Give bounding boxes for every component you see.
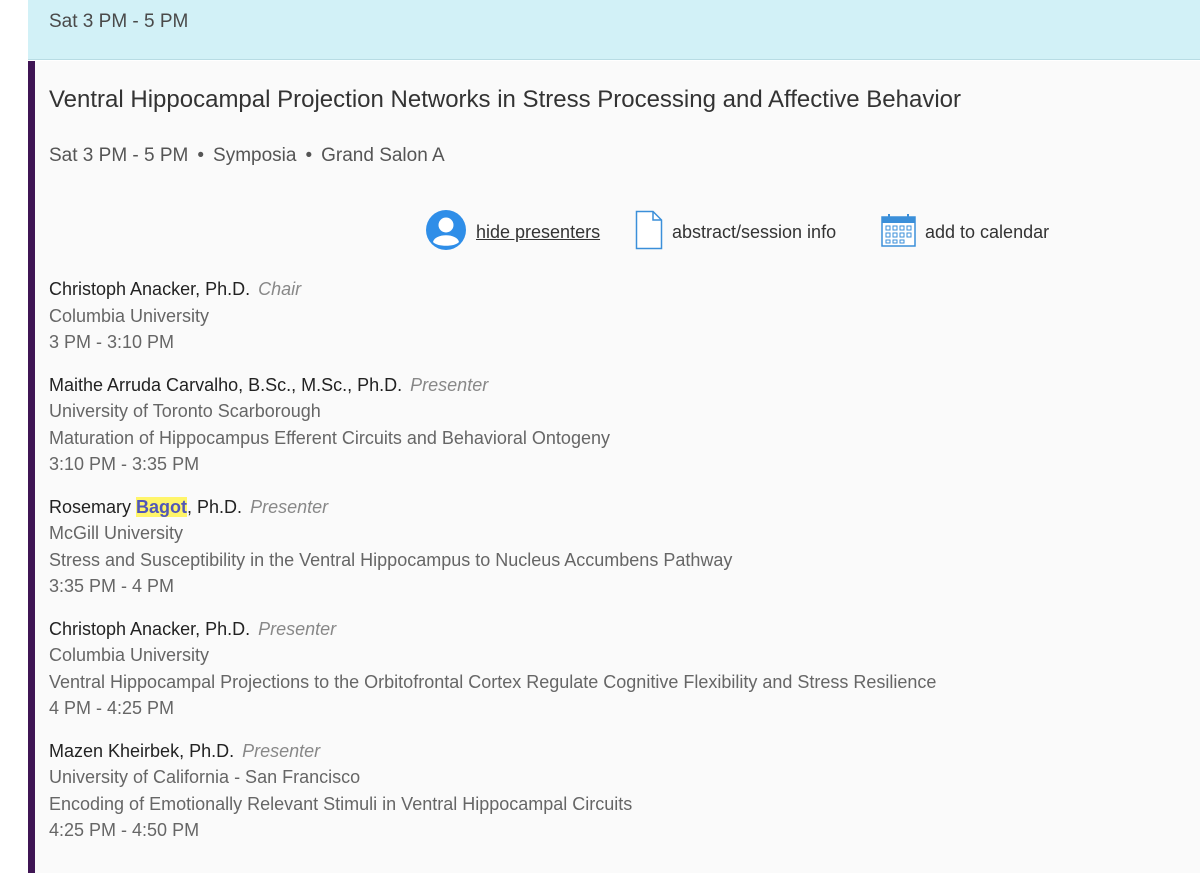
presenter-item: Rosemary Bagot, Ph.D. Presenter McGill U… xyxy=(49,494,1169,600)
presenter-time: 3:10 PM - 3:35 PM xyxy=(49,454,200,474)
presenter-talk-title: Maturation of Hippocampus Efferent Circu… xyxy=(49,427,610,448)
presenter-affiliation: McGill University xyxy=(49,523,184,543)
presenter-name-line: Christoph Anacker, Ph.D. Chair xyxy=(49,276,1169,303)
presenter-list: Christoph Anacker, Ph.D. Chair Columbia … xyxy=(49,276,1169,860)
add-to-calendar-label: add to calendar xyxy=(925,221,1050,242)
presenter-affiliation: University of Toronto Scarborough xyxy=(49,401,321,421)
session-meta: Sat 3 PM - 5 PM • Symposia • Grand Salon A xyxy=(49,145,445,167)
presenter-talk-title: Encoding of Emotionally Relevant Stimuli… xyxy=(49,793,633,814)
presenter-name-part: Rosemary xyxy=(49,496,137,517)
presenter-name: Christoph Anacker, Ph.D. xyxy=(49,618,251,639)
meta-separator: • xyxy=(197,145,205,166)
search-highlight: Bagot xyxy=(136,496,188,517)
presenter-time: 4:25 PM - 4:50 PM xyxy=(49,820,200,840)
calendar-icon xyxy=(881,213,916,252)
page: Sat 3 PM - 5 PM Ventral Hippocampal Proj… xyxy=(0,0,1200,873)
presenter-time: 3:35 PM - 4 PM xyxy=(49,576,175,596)
presenter-role: Presenter xyxy=(258,618,337,639)
abstract-session-info-label: abstract/session info xyxy=(672,221,837,242)
time-slot-header: Sat 3 PM - 5 PM xyxy=(28,0,1200,60)
session-location: Grand Salon A xyxy=(321,145,445,166)
presenter-affiliation: University of California - San Francisco xyxy=(49,767,361,787)
presenter-affiliation: Columbia University xyxy=(49,645,210,665)
presenter-name: Rosemary Bagot, Ph.D. xyxy=(49,496,243,517)
presenter-name-line: Maithe Arruda Carvalho, B.Sc., M.Sc., Ph… xyxy=(49,372,1169,399)
presenter-name-line: Rosemary Bagot, Ph.D. Presenter xyxy=(49,494,1169,521)
time-slot-label: Sat 3 PM - 5 PM xyxy=(49,11,189,32)
presenter-name-part: , Ph.D. xyxy=(187,496,243,517)
presenter-role: Presenter xyxy=(250,496,329,517)
presenter-name: Christoph Anacker, Ph.D. xyxy=(49,279,251,299)
add-to-calendar-link[interactable]: add to calendar xyxy=(881,211,1049,253)
session-type: Symposia xyxy=(213,145,297,166)
presenter-role: Presenter xyxy=(242,740,321,761)
presenter-role: Chair xyxy=(258,279,302,299)
user-avatar-icon xyxy=(425,209,467,256)
presenter-time: 4 PM - 4:25 PM xyxy=(49,698,175,718)
presenter-name: Maithe Arruda Carvalho, B.Sc., M.Sc., Ph… xyxy=(49,374,403,395)
presenter-talk-title: Stress and Susceptibility in the Ventral… xyxy=(49,549,733,570)
presenter-item: Mazen Kheirbek, Ph.D. Presenter Universi… xyxy=(49,738,1169,844)
presenter-time: 3 PM - 3:10 PM xyxy=(49,332,175,352)
presenter-name: Mazen Kheirbek, Ph.D. xyxy=(49,740,235,761)
presenter-item: Christoph Anacker, Ph.D. Presenter Colum… xyxy=(49,616,1169,722)
presenter-affiliation: Columbia University xyxy=(49,305,210,326)
document-icon xyxy=(635,210,663,255)
abstract-session-info-link[interactable]: abstract/session info xyxy=(635,210,837,255)
presenter-item: Christoph Anacker, Ph.D. Chair Columbia … xyxy=(49,276,1169,356)
presenter-item: Maithe Arruda Carvalho, B.Sc., M.Sc., Ph… xyxy=(49,372,1169,478)
hide-presenters-label: hide presenters xyxy=(476,221,601,242)
meta-separator: • xyxy=(305,145,313,166)
presenter-name-line: Mazen Kheirbek, Ph.D. Presenter xyxy=(49,738,1169,765)
presenter-name-line: Christoph Anacker, Ph.D. Presenter xyxy=(49,616,1169,643)
session-card: Ventral Hippocampal Projection Networks … xyxy=(28,61,1200,873)
presenter-role: Presenter xyxy=(410,374,489,395)
session-title: Ventral Hippocampal Projection Networks … xyxy=(49,86,962,113)
hide-presenters-link[interactable]: hide presenters xyxy=(425,209,601,256)
presenter-talk-title: Ventral Hippocampal Projections to the O… xyxy=(49,671,937,692)
session-time: Sat 3 PM - 5 PM xyxy=(49,145,189,166)
